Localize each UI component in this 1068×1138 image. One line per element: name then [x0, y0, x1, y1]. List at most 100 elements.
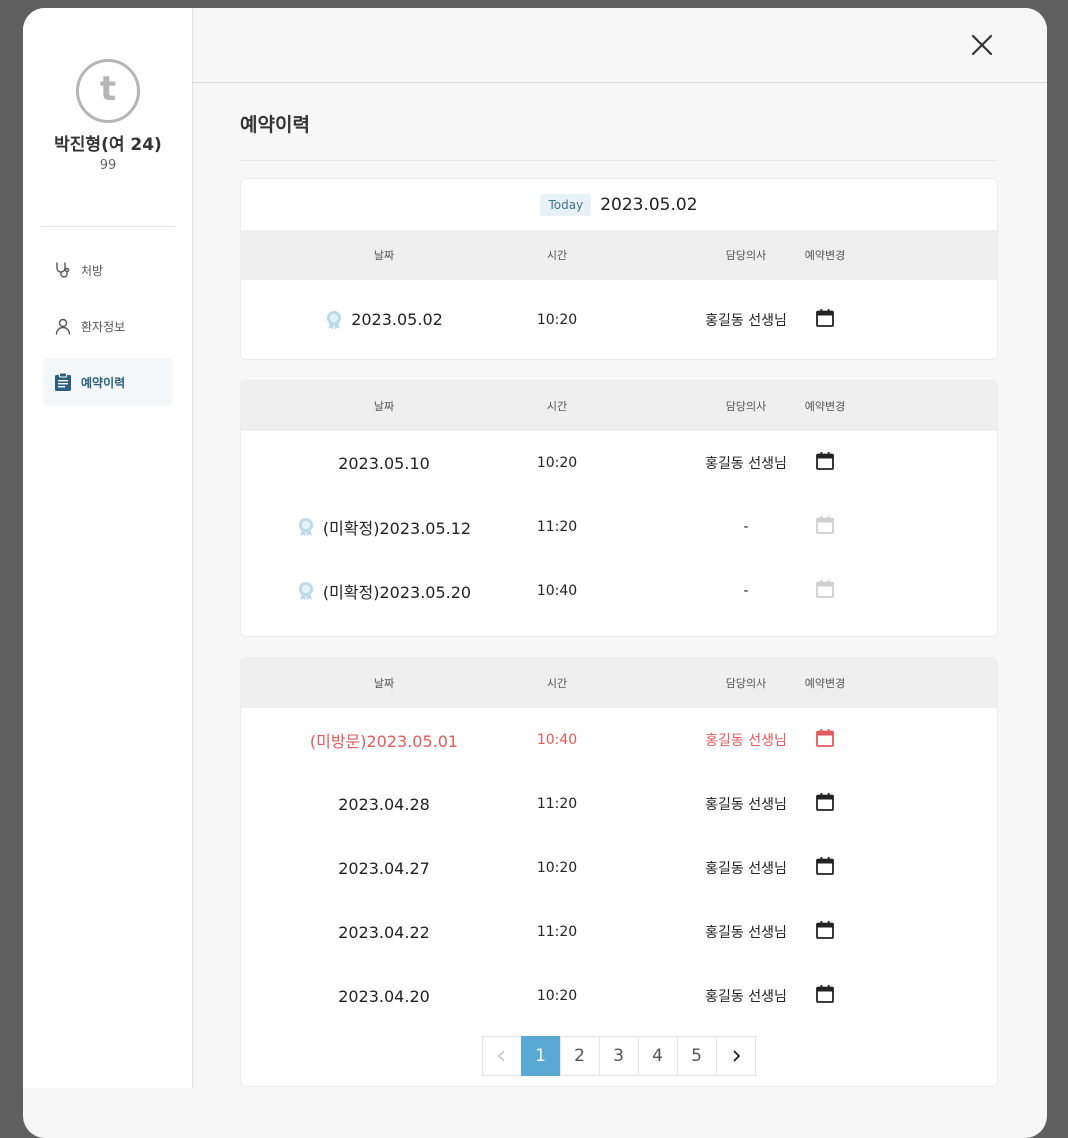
calendar-icon: [815, 920, 835, 944]
today-reservation-card: Today 2023.05.02 날짜 시간 담당의사 예약변경 2023.05…: [240, 178, 998, 360]
person-icon: [53, 316, 73, 336]
change-reservation-button[interactable]: [785, 792, 865, 816]
reservation-date-cell: (미방문)2023.05.01: [241, 728, 527, 752]
column-header-date: 날짜: [373, 677, 395, 690]
reservation-date-cell: (미확정)2023.05.20: [241, 579, 527, 603]
sidebar-item-label: 환자정보: [81, 319, 126, 334]
column-header-change: 예약변경: [804, 677, 846, 690]
today-table-body: 2023.05.02 10:20 홍길동 선생님: [241, 280, 997, 359]
sidebar-divider: [41, 226, 175, 227]
reservation-time: 11:20: [536, 519, 578, 535]
sidebar-item-prescription[interactable]: 처방: [43, 246, 173, 294]
medal-icon: [297, 581, 315, 601]
table-row: (미확정)2023.05.20 10:40-: [241, 559, 997, 623]
reservation-date-cell: 2023.05.10: [241, 454, 527, 473]
reservation-date-cell: 2023.04.22: [241, 923, 527, 942]
title-divider: [240, 160, 997, 161]
table-row: 2023.04.22 11:20 홍길동 선생님: [241, 900, 997, 964]
page-button[interactable]: 4: [637, 1036, 678, 1076]
pagination: 12345: [241, 1036, 997, 1076]
medal-icon: [297, 517, 315, 537]
page-button[interactable]: 5: [676, 1036, 717, 1076]
calendar-icon: [815, 984, 835, 1008]
clipboard-icon: [53, 372, 73, 392]
reservation-time: 10:20: [536, 455, 578, 471]
upcoming-reservations-card: 날짜 시간 담당의사 예약변경 2023.05.10 10:20 홍길동 선생님 (미…: [240, 380, 998, 637]
sidebar-item-reservation-history[interactable]: 예약이력: [43, 358, 173, 406]
table-row: 2023.05.02 10:20 홍길동 선생님: [241, 280, 997, 359]
close-button[interactable]: [969, 32, 995, 58]
change-reservation-button[interactable]: [785, 920, 865, 944]
page-title: 예약이력: [240, 114, 310, 136]
change-reservation-button: [785, 515, 865, 539]
page-button[interactable]: 1: [520, 1036, 561, 1076]
column-header-date: 날짜: [373, 249, 395, 262]
table-row: 2023.05.10 10:20 홍길동 선생님: [241, 431, 997, 495]
reservation-history-modal: t 박진형(여 24) 99 처방 환자정보 예약이력 예약이력 Today 2…: [23, 8, 1047, 1138]
column-header-change: 예약변경: [804, 249, 846, 262]
sidebar-item-label: 처방: [81, 263, 104, 278]
reservation-time: 10:20: [536, 988, 578, 1004]
chevron-left-icon: [497, 1050, 505, 1062]
reservation-date: 2023.04.22: [338, 922, 430, 942]
prev-page-button[interactable]: [481, 1036, 522, 1076]
change-reservation-button[interactable]: [785, 856, 865, 880]
calendar-icon: [815, 579, 835, 603]
stethoscope-icon: [53, 260, 73, 280]
modal-header: [193, 8, 1047, 83]
reservation-time: 11:20: [536, 796, 578, 812]
reservation-date: 2023.05.02: [351, 310, 443, 329]
reservation-date-cell: 2023.04.20: [241, 987, 527, 1006]
past-table-body: (미방문)2023.05.01 10:40 홍길동 선생님 2023.04.28 11:…: [241, 708, 997, 1028]
change-reservation-button[interactable]: [785, 984, 865, 1008]
today-date: 2023.05.02: [600, 194, 698, 215]
avatar: t: [76, 59, 140, 123]
reservation-date-cell: 2023.04.28: [241, 795, 527, 814]
reservation-date: 2023.04.28: [338, 794, 430, 814]
chevron-right-icon: [732, 1050, 740, 1062]
today-badge: Today: [540, 193, 592, 216]
today-bar: Today 2023.05.02: [241, 179, 997, 230]
reservation-date: (미확정)2023.05.20: [322, 583, 472, 602]
patient-id: 99: [99, 158, 117, 173]
table-header: 날짜 시간 담당의사 예약변경: [241, 381, 997, 431]
reservation-time: 10:20: [536, 860, 578, 876]
reservation-time: 11:20: [536, 924, 578, 940]
change-reservation-button[interactable]: [785, 728, 865, 752]
reservation-date-cell: 2023.04.27: [241, 859, 527, 878]
reservation-date: (미방문)2023.05.01: [309, 732, 459, 751]
reservation-date: 2023.05.10: [338, 453, 430, 473]
column-header-time: 시간: [546, 400, 568, 413]
column-header-time: 시간: [546, 677, 568, 690]
reservation-date: (미확정)2023.05.12: [322, 519, 472, 538]
change-reservation-button[interactable]: [785, 451, 865, 475]
calendar-icon: [815, 792, 835, 816]
table-header: 날짜 시간 담당의사 예약변경: [241, 230, 997, 280]
table-row: (미확정)2023.05.12 11:20-: [241, 495, 997, 559]
page-button[interactable]: 2: [559, 1036, 600, 1076]
change-reservation-button[interactable]: [785, 308, 865, 332]
reservation-date-cell: (미확정)2023.05.12: [241, 515, 527, 539]
sidebar-item-patient-info[interactable]: 환자정보: [43, 302, 173, 350]
table-row: 2023.04.20 10:20 홍길동 선생님: [241, 964, 997, 1028]
column-header-change: 예약변경: [804, 400, 846, 413]
next-page-button[interactable]: [715, 1036, 756, 1076]
table-row: 2023.04.27 10:20 홍길동 선생님: [241, 836, 997, 900]
patient-name: 박진형(여 24): [54, 135, 162, 155]
avatar-letter: t: [99, 69, 117, 109]
calendar-icon: [815, 308, 835, 332]
calendar-icon: [815, 515, 835, 539]
change-reservation-button: [785, 579, 865, 603]
column-header-time: 시간: [546, 249, 568, 262]
column-header-date: 날짜: [373, 400, 395, 413]
page-button[interactable]: 3: [598, 1036, 639, 1076]
reservation-time: 10:40: [536, 732, 578, 748]
reservation-date-cell: 2023.05.02: [241, 310, 527, 330]
reservation-date: 2023.04.20: [338, 986, 430, 1006]
past-reservations-card: 날짜 시간 담당의사 예약변경 (미방문)2023.05.01 10:40 홍길동 …: [240, 657, 998, 1087]
reservation-time: 10:20: [536, 311, 578, 328]
reservation-date: 2023.04.27: [338, 858, 430, 878]
table-row: 2023.04.28 11:20 홍길동 선생님: [241, 772, 997, 836]
upcoming-table-body: 2023.05.10 10:20 홍길동 선생님 (미확정)2023.05.12 11:…: [241, 431, 997, 636]
calendar-icon: [815, 728, 835, 752]
